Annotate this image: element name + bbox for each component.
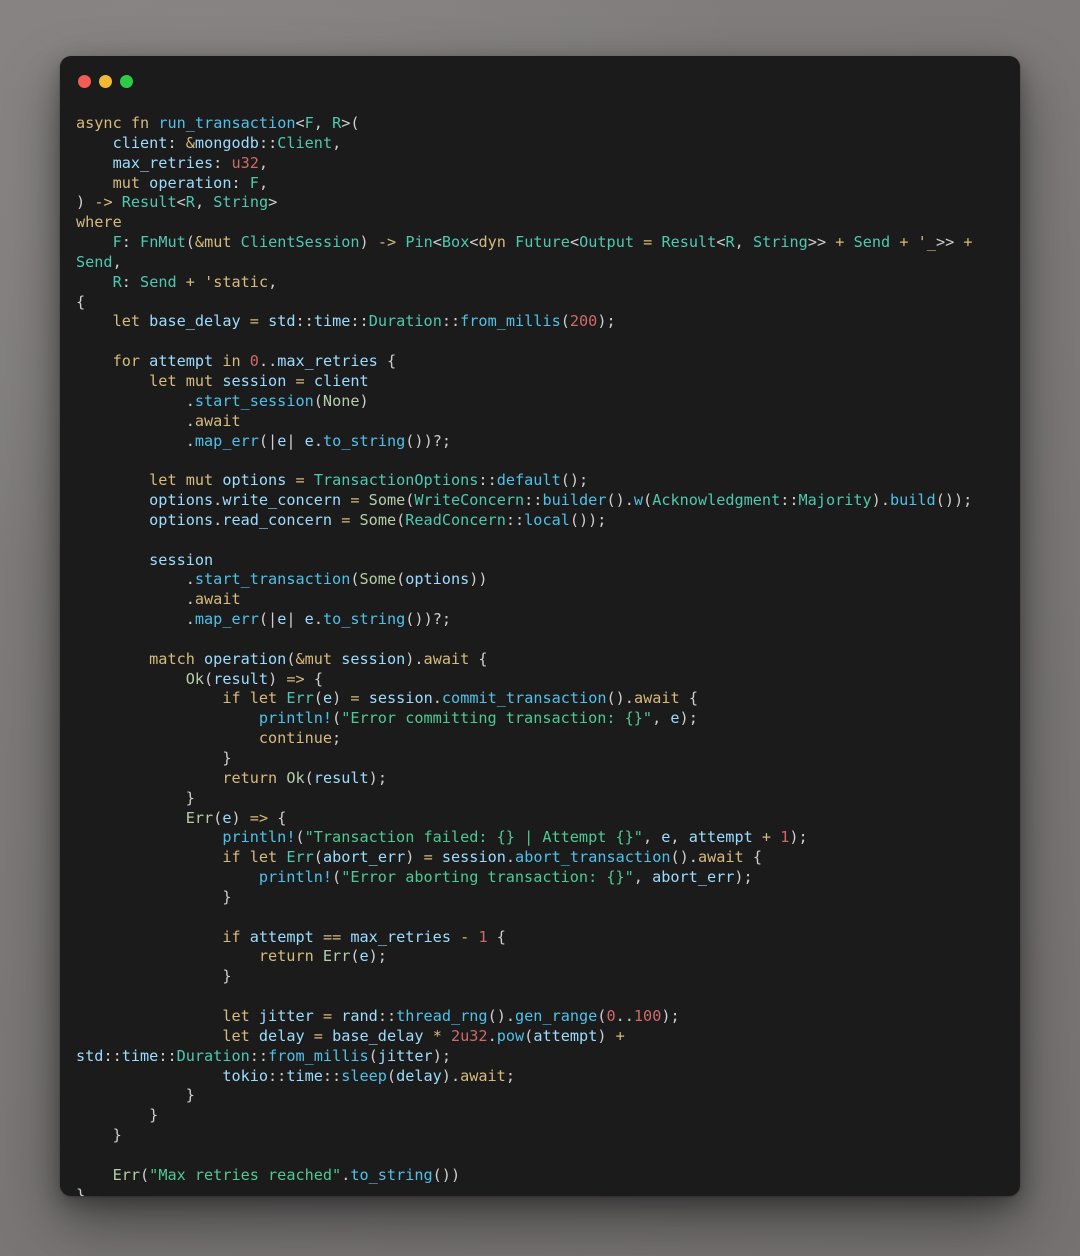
code-line: client: &mongodb::Client, xyxy=(112,133,342,152)
code-line: let mut session = client xyxy=(149,371,369,390)
minimize-button-icon[interactable] xyxy=(99,74,112,88)
code-line: } xyxy=(185,788,195,807)
code-line: .map_err(|e| e.to_string())?; xyxy=(185,610,451,629)
code-line: .start_transaction(Some(options)) xyxy=(185,570,488,589)
code-line: R: Send + 'static, xyxy=(112,272,278,291)
code-window: async fn run_transaction<F, R>( client: … xyxy=(60,56,1020,1196)
code-line: .map_err(|e| e.to_string())?; xyxy=(185,431,451,450)
code-line: tokio::time::sleep(delay).await; xyxy=(222,1066,515,1085)
code-line: return Err(e); xyxy=(258,947,387,966)
code-line: F: FnMut(&mut ClientSession) -> Pin<Box<… xyxy=(76,233,973,271)
code-line: let jitter = rand::thread_rng().gen_rang… xyxy=(222,1006,680,1025)
code-line: .await xyxy=(185,411,241,430)
code-line: ) -> Result<R, String> xyxy=(76,193,278,212)
maximize-button-icon[interactable] xyxy=(120,74,133,88)
code-line: max_retries: u32, xyxy=(112,153,269,172)
close-button-icon[interactable] xyxy=(78,74,91,88)
code-line: options.read_concern = Some(ReadConcern:… xyxy=(149,510,607,529)
code-line: return Ok(result); xyxy=(222,768,387,787)
code-line: async fn run_transaction<F, R>( xyxy=(76,114,360,132)
code-line: if let Err(abort_err) = session.abort_tr… xyxy=(222,848,762,867)
code-line: .await xyxy=(185,590,241,609)
code-line: } xyxy=(76,1185,86,1196)
source-code-block: async fn run_transaction<F, R>( client: … xyxy=(76,114,1004,1196)
code-line: continue; xyxy=(258,729,342,748)
code-line: match operation(&mut session).await { xyxy=(149,649,488,668)
code-line: } xyxy=(222,887,232,906)
code-line: mut operation: F, xyxy=(112,173,269,192)
code-line: for attempt in 0..max_retries { xyxy=(112,352,397,371)
code-line: println!("Error committing transaction: … xyxy=(258,709,698,728)
code-line: } xyxy=(149,1106,159,1125)
code-line: } xyxy=(112,1126,122,1145)
code-line: if let Err(e) = session.commit_transacti… xyxy=(222,689,698,708)
code-line: session xyxy=(149,550,214,569)
code-line: Ok(result) => { xyxy=(185,669,323,688)
code-line: options.write_concern = Some(WriteConcer… xyxy=(149,491,973,510)
code-line: Err(e) => { xyxy=(185,808,287,827)
code-line: } xyxy=(185,1086,195,1105)
code-line: } xyxy=(222,967,232,986)
code-line: where xyxy=(76,213,122,232)
code-line: println!("Error aborting transaction: {}… xyxy=(258,868,753,887)
code-editor-area[interactable]: async fn run_transaction<F, R>( client: … xyxy=(60,106,1020,1196)
code-line: .start_session(None) xyxy=(185,391,369,410)
code-line: Err("Max retries reached".to_string()) xyxy=(112,1165,461,1184)
code-line: } xyxy=(222,749,232,767)
code-line: let mut options = TransactionOptions::de… xyxy=(149,471,589,490)
code-line: let base_delay = std::time::Duration::fr… xyxy=(112,312,616,331)
code-line: let delay = base_delay * 2u32.pow(attemp… xyxy=(76,1026,625,1065)
window-titlebar xyxy=(60,56,1020,106)
code-line: println!("Transaction failed: {} | Attem… xyxy=(222,828,808,847)
code-line: { xyxy=(76,292,86,311)
code-line: if attempt == max_retries - 1 { xyxy=(222,927,506,946)
